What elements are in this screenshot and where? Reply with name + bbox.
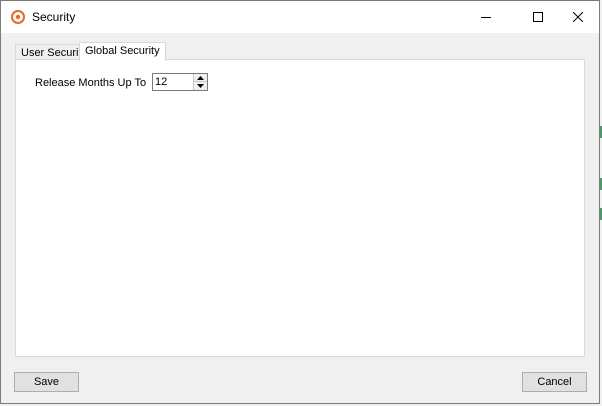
window-title: Security	[32, 10, 76, 24]
chevron-down-icon	[197, 84, 204, 88]
chevron-up-icon	[197, 75, 204, 80]
minimize-button[interactable]	[463, 1, 509, 33]
save-button[interactable]: Save	[14, 372, 79, 392]
release-months-input[interactable]	[155, 75, 193, 89]
global-security-panel: Release Months Up To	[15, 59, 585, 357]
close-button[interactable]	[555, 1, 601, 33]
stepper-up-button[interactable]	[193, 74, 207, 82]
security-dialog: Security User Security Global Security R…	[0, 0, 600, 404]
close-icon	[573, 12, 583, 22]
stepper-down-button[interactable]	[193, 82, 207, 90]
tab-global-security[interactable]: Global Security	[79, 42, 166, 61]
release-months-stepper[interactable]	[152, 73, 208, 91]
cancel-button[interactable]: Cancel	[522, 372, 587, 392]
release-months-label: Release Months Up To	[35, 77, 147, 89]
minimize-icon	[481, 17, 491, 18]
maximize-icon	[533, 12, 543, 22]
app-logo-icon	[11, 10, 25, 24]
title-bar[interactable]: Security	[1, 1, 599, 33]
